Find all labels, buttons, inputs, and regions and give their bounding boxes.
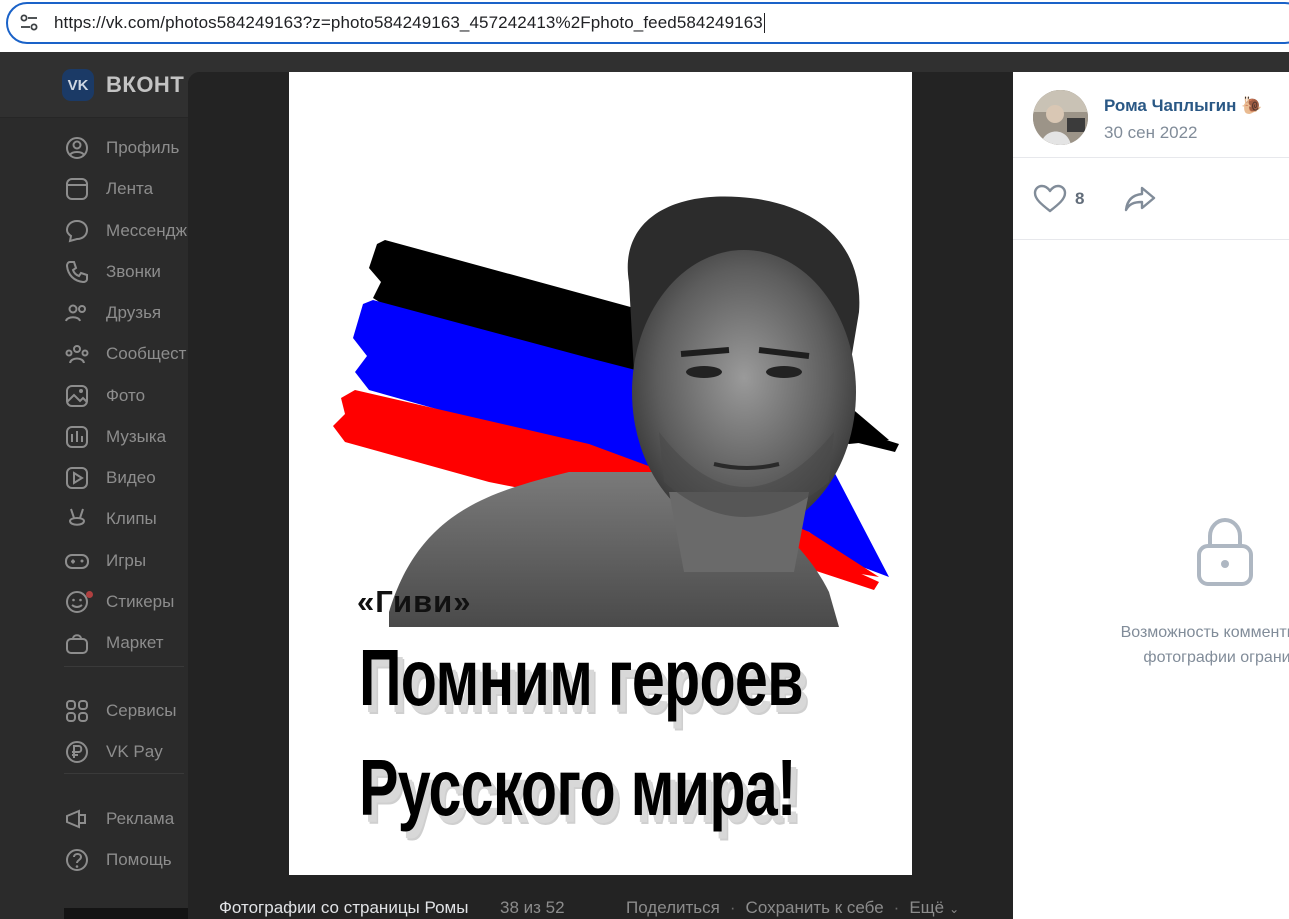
services-icon <box>64 698 90 724</box>
sidebar-item-profile[interactable]: Профиль <box>64 133 179 163</box>
ads-icon <box>64 806 90 832</box>
sidebar-item-help[interactable]: Помощь <box>64 845 172 875</box>
sidebar-item-label: Видео <box>106 468 156 487</box>
sidebar-item-services[interactable]: Сервисы <box>64 696 176 726</box>
photo-icon <box>64 383 90 409</box>
author-block: Рома Чаплыгин 🐌 30 сен 2022 <box>1013 72 1289 158</box>
sidebar-item-clips[interactable]: Клипы <box>64 504 157 534</box>
photo-image[interactable]: «Гиви» Помним героев Русского мира! <box>289 72 912 875</box>
author-avatar[interactable] <box>1033 90 1088 145</box>
author-name-link[interactable]: Рома Чаплыгин 🐌 <box>1104 96 1262 116</box>
more-menu-button[interactable]: Ещё ⌄ <box>909 898 959 918</box>
album-title-link[interactable]: Фотографии со страницы Ромы <box>219 898 468 918</box>
sidebar-item-label: Музыка <box>106 427 167 446</box>
sidebar-item-games[interactable]: Игры <box>64 546 146 576</box>
sidebar-item-label: Мессендж <box>106 221 187 240</box>
post-date[interactable]: 30 сен 2022 <box>1104 123 1198 143</box>
communities-icon <box>64 341 90 367</box>
sidebar-item-video[interactable]: Видео <box>64 463 156 493</box>
comments-note-line1: Возможность комментиро <box>1120 624 1289 641</box>
sidebar-item-friends[interactable]: Друзья <box>64 298 161 328</box>
reactions-row: 8 <box>1013 158 1289 240</box>
photo-actions: Поделиться · Сохранить к себе · Ещё ⌄ <box>626 898 959 918</box>
more-label: Ещё <box>909 898 945 917</box>
sidebar-item-label: Помощь <box>106 850 172 869</box>
vkpay-icon <box>64 739 90 765</box>
lock-icon <box>1197 517 1253 586</box>
site-settings-icon[interactable] <box>18 12 40 34</box>
comments-restricted-note: Возможность комментиро фотографии ограни <box>1067 620 1289 670</box>
share-arrow-icon[interactable] <box>1123 184 1157 214</box>
sidebar-item-feed[interactable]: Лента <box>64 174 153 204</box>
poster-caption: «Гиви» <box>357 584 472 619</box>
sidebar-item-ads[interactable]: Реклама <box>64 804 174 834</box>
poster-headline-line1: Помним героев <box>359 633 803 722</box>
photo-viewer: «Гиви» Помним героев Русского мира! Фото… <box>188 72 1289 919</box>
heart-icon[interactable] <box>1033 184 1067 214</box>
separator-dot: · <box>893 898 900 917</box>
photo-stage[interactable]: «Гиви» Помним героев Русского мира! Фото… <box>188 72 1013 919</box>
browser-address-bar: https://vk.com/photos584249163?z=photo58… <box>0 0 1289 52</box>
sidebar-item-communities[interactable]: Сообщест <box>64 339 186 369</box>
photo-info-panel: Рома Чаплыгин 🐌 30 сен 2022 8 Возможност… <box>1013 72 1289 919</box>
phone-icon <box>64 259 90 285</box>
sidebar-item-vkpay[interactable]: VK Pay <box>64 737 163 767</box>
music-icon <box>64 424 90 450</box>
sidebar-item-label: Игры <box>106 551 147 570</box>
feed-icon <box>64 176 90 202</box>
sidebar-item-label: Сервисы <box>106 701 177 720</box>
sidebar-divider <box>64 773 184 774</box>
sidebar-item-label: Профиль <box>106 138 180 157</box>
chevron-down-icon: ⌄ <box>949 902 960 916</box>
video-icon <box>64 465 90 491</box>
sidebar-item-photo[interactable]: Фото <box>64 381 145 411</box>
games-icon <box>64 548 90 574</box>
portrait-eye-left <box>686 366 722 378</box>
sidebar-footer-block <box>64 908 188 919</box>
sidebar-divider <box>64 666 184 667</box>
url-field[interactable]: https://vk.com/photos584249163?z=photo58… <box>6 2 1289 44</box>
sidebar-item-label: Друзья <box>106 303 162 322</box>
share-link[interactable]: Поделиться <box>626 898 720 918</box>
help-icon <box>64 847 90 873</box>
friends-icon <box>64 300 90 326</box>
notification-dot <box>86 591 93 598</box>
poster-headline-line2: Русского мира! <box>359 743 797 832</box>
clips-icon <box>64 506 90 532</box>
sidebar-item-label: Сообщест <box>106 344 187 363</box>
photo-counter: 38 из 52 <box>500 898 565 917</box>
vk-brand-name: ВКОНТ <box>106 72 185 97</box>
like-count: 8 <box>1075 189 1085 208</box>
sidebar-item-label: VK Pay <box>106 742 163 761</box>
stickers-icon <box>64 589 93 615</box>
portrait-eye-right <box>766 366 802 378</box>
sidebar-item-stickers[interactable]: Стикеры <box>64 587 174 617</box>
sidebar-item-messenger[interactable]: Мессендж <box>64 216 187 246</box>
sidebar-item-label: Стикеры <box>106 592 175 611</box>
sidebar-item-phone[interactable]: Звонки <box>64 257 161 287</box>
sidebar-item-label: Фото <box>106 386 146 405</box>
avatar-image <box>1033 90 1088 145</box>
sidebar-item-label: Маркет <box>106 633 164 652</box>
url-text[interactable]: https://vk.com/photos584249163?z=photo58… <box>54 13 763 33</box>
sidebar-item-label: Реклама <box>106 809 175 828</box>
save-to-self-link[interactable]: Сохранить к себе <box>746 898 884 918</box>
sidebar-item-market[interactable]: Маркет <box>64 628 164 658</box>
separator-dot: · <box>729 898 736 917</box>
market-icon <box>64 630 90 656</box>
messenger-icon <box>64 218 90 244</box>
sidebar-item-label: Клипы <box>106 509 157 528</box>
profile-icon <box>64 135 90 161</box>
vk-logo[interactable]: VK <box>62 69 94 101</box>
sidebar-item-music[interactable]: Музыка <box>64 422 166 452</box>
text-caret <box>763 13 765 33</box>
sidebar-item-label: Лента <box>106 179 154 198</box>
sidebar-item-label: Звонки <box>106 262 161 281</box>
comments-note-line2: фотографии ограни <box>1143 649 1289 666</box>
